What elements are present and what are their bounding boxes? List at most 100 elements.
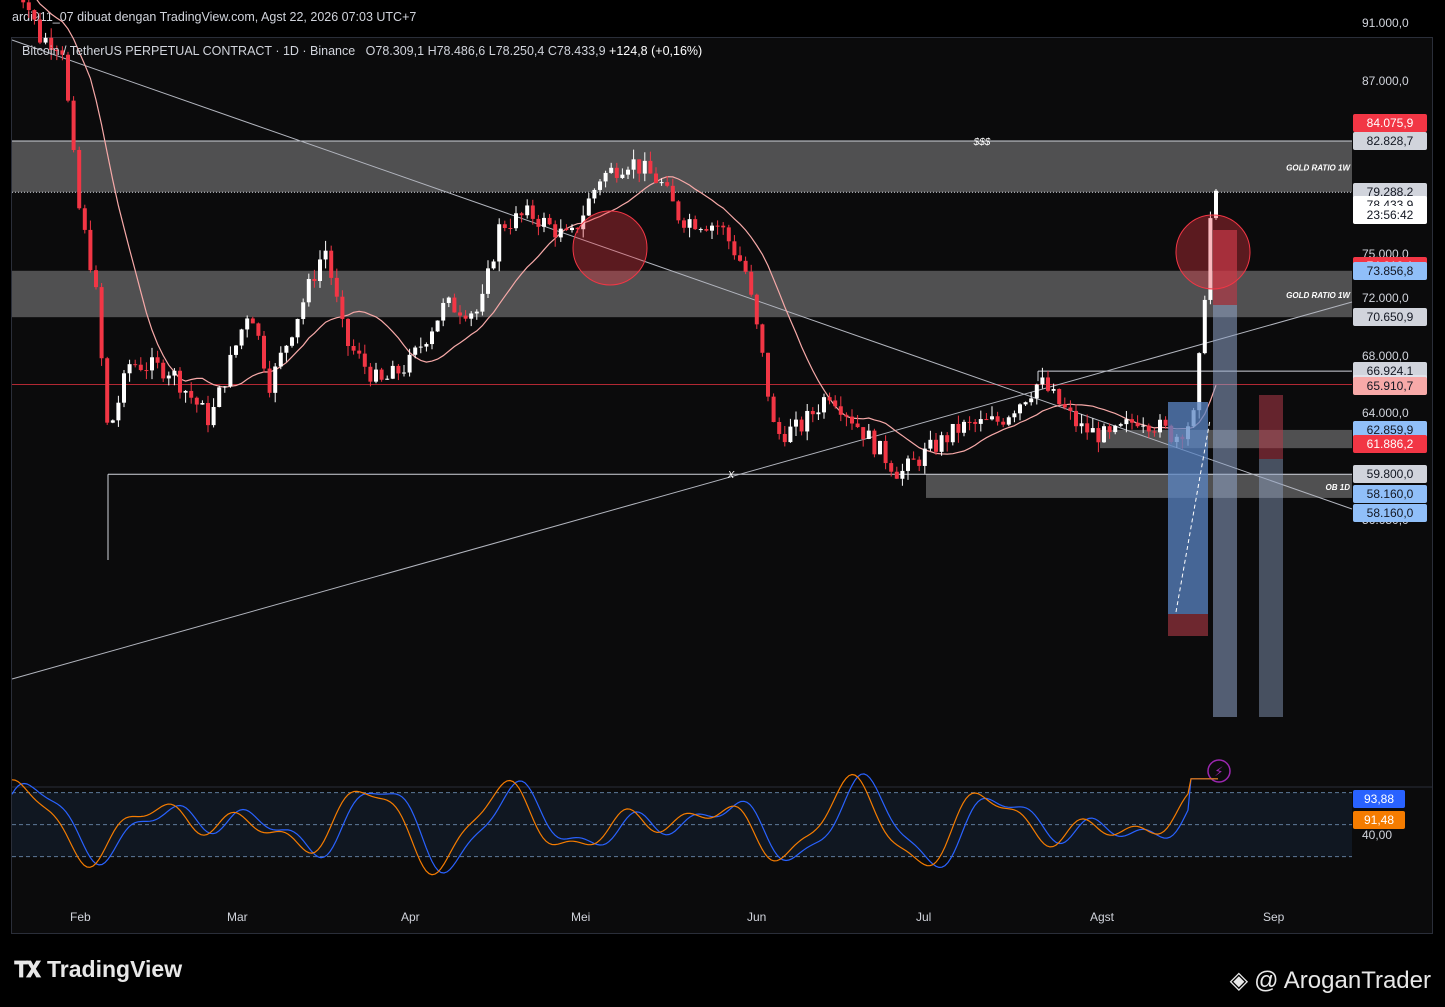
- position-box-stop: [1168, 614, 1208, 636]
- candle-body: [1062, 404, 1067, 408]
- candle-body: [586, 198, 591, 216]
- candle-body: [262, 335, 266, 369]
- candle-body: [116, 402, 121, 421]
- highlight-circle: [1175, 214, 1251, 290]
- candle-body: [766, 352, 770, 397]
- oscillator-tick-label: 40,00: [1362, 828, 1393, 843]
- candle-body: [525, 205, 530, 216]
- candle-body: [82, 208, 87, 230]
- price-chart[interactable]: GOLD RATIO 1W GOLD RATIO 1W OB 1D $$$ X ⚡: [0, 0, 1445, 945]
- candle-body: [838, 406, 843, 415]
- candle-body: [592, 189, 597, 199]
- author-name: @ AroganTrader: [1254, 966, 1431, 994]
- candle-body: [1040, 377, 1045, 385]
- price-label: 61.886,2: [1353, 435, 1427, 453]
- candle-body: [346, 318, 350, 347]
- candle-body: [435, 320, 440, 332]
- price-tick-label: 72.000,0: [1362, 290, 1409, 305]
- candle-body: [189, 390, 194, 398]
- candle-body: [1197, 353, 1202, 411]
- candle-body: [486, 268, 490, 294]
- candle-body: [1079, 423, 1084, 427]
- candle-body: [1051, 389, 1056, 391]
- candle-body: [928, 439, 933, 449]
- candle-body: [407, 354, 412, 373]
- candle-body: [267, 368, 272, 393]
- candle-body: [626, 169, 630, 175]
- projection-box-blue: [1213, 305, 1237, 717]
- candle-body: [754, 294, 759, 325]
- price-tick-label: 68.000,0: [1362, 348, 1409, 363]
- candle-body: [794, 419, 798, 427]
- candle-body: [1124, 419, 1129, 425]
- zone-label: GOLD RATIO 1W: [1286, 291, 1351, 300]
- close-value: 78.433,9: [556, 44, 606, 58]
- candle-body: [659, 182, 664, 184]
- candle-body: [1158, 419, 1162, 433]
- price-label: 58.160,0: [1353, 484, 1427, 503]
- candle-body: [256, 323, 261, 336]
- candle-body: [161, 362, 166, 379]
- candle-body: [323, 250, 328, 260]
- candle-body: [172, 370, 177, 376]
- lightning-glyph: ⚡: [1214, 765, 1223, 780]
- candle-body: [250, 318, 255, 324]
- candle-body: [329, 250, 334, 278]
- candle-body: [749, 271, 754, 295]
- candle-body: [743, 260, 748, 272]
- symbol-name[interactable]: Bitcoin / TetherUS PERPETUAL CONTRACT · …: [22, 44, 355, 58]
- candle-body: [822, 397, 826, 413]
- price-tick-label: 87.000,0: [1362, 73, 1409, 88]
- candle-body: [1163, 419, 1168, 426]
- time-tick-label: Feb: [70, 910, 91, 924]
- candle-body: [133, 364, 138, 366]
- candle-body: [995, 416, 1000, 422]
- candle-body: [430, 331, 434, 345]
- candle-body: [939, 435, 944, 452]
- candle-body: [519, 213, 524, 216]
- candle-body: [385, 378, 390, 380]
- candle-body: [301, 302, 306, 319]
- candle-body: [1034, 384, 1039, 399]
- candle-body: [474, 311, 479, 314]
- candle-body: [351, 346, 356, 351]
- candle-body: [850, 416, 854, 424]
- tv-logo-icon: 𝐓𝐗: [14, 956, 41, 982]
- tradingview-logo[interactable]: 𝐓𝐗 TradingView: [14, 956, 182, 983]
- annotation-label: X: [727, 470, 735, 481]
- candle-body: [973, 422, 978, 424]
- candle-body: [110, 420, 115, 423]
- oscillator-value-label: 93,88: [1353, 790, 1405, 808]
- candle-body: [609, 167, 614, 173]
- candle-body: [88, 229, 93, 271]
- candle-body: [21, 0, 26, 3]
- candle-body: [502, 224, 507, 228]
- price-label: 59.800,0: [1353, 465, 1427, 484]
- candle-body: [614, 167, 619, 178]
- candle-body: [441, 302, 446, 321]
- candle-body: [777, 421, 782, 434]
- price-label: 73.856,8: [1353, 261, 1427, 280]
- candle-body: [1018, 404, 1022, 414]
- candle-body: [122, 373, 126, 403]
- candle-body: [312, 278, 317, 282]
- candle-body: [889, 463, 894, 472]
- candle-body: [1085, 423, 1090, 433]
- price-label: 84.075,9: [1353, 113, 1427, 132]
- candle-body: [278, 352, 283, 367]
- candle-body: [306, 278, 311, 303]
- candle-body: [922, 448, 927, 466]
- candle-body: [284, 345, 289, 353]
- zone-label: GOLD RATIO 1W: [1286, 164, 1351, 173]
- candle-body: [771, 396, 776, 422]
- time-tick-label: Apr: [401, 910, 420, 924]
- candle-body: [295, 318, 300, 338]
- candle-body: [402, 372, 406, 374]
- low-label: L: [488, 44, 496, 58]
- candle-body: [138, 364, 143, 371]
- candle-body: [1029, 398, 1034, 403]
- candle-body: [374, 369, 378, 382]
- candle-body: [178, 370, 182, 393]
- candle-body: [570, 227, 574, 231]
- position-box-long: [1168, 402, 1208, 614]
